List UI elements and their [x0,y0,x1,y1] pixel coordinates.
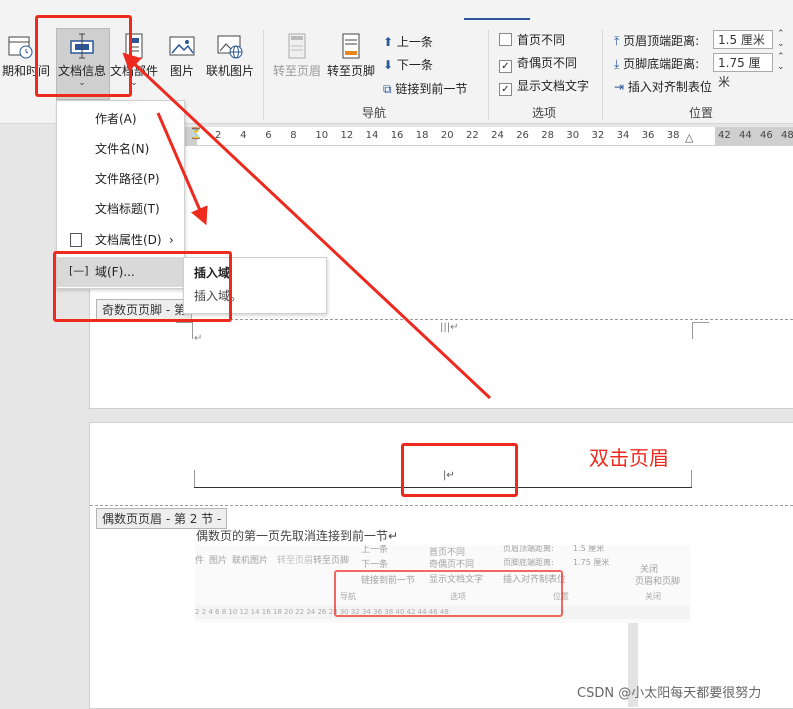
watermark-text: CSDN @小太阳每天都要很努力 [577,686,762,701]
arrow-to-doc-info [122,52,492,400]
arrow-to-field [156,112,208,226]
annotation-arrows [122,52,492,400]
